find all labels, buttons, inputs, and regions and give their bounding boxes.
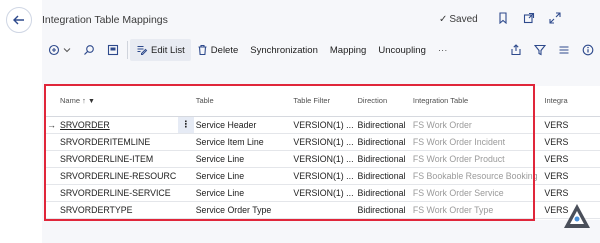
row-filter-cell[interactable]: [291, 201, 356, 219]
row-name-cell[interactable]: SRVORDERLINE-SERVICE: [44, 184, 179, 202]
mappings-table: Name ↑ ▼ Table Table Filter Direction In…: [44, 86, 600, 219]
trash-icon: [198, 44, 207, 56]
row-table-cell[interactable]: Service Line: [193, 150, 292, 168]
filter-icon[interactable]: [534, 44, 546, 56]
layout-icon: [107, 44, 119, 56]
info-icon[interactable]: [582, 44, 594, 56]
column-header-direction[interactable]: Direction: [355, 86, 411, 117]
current-row-arrow-icon: →: [47, 120, 56, 130]
row-name-cell[interactable]: SRVORDER: [44, 116, 179, 134]
mappings-grid: Name ↑ ▼ Table Table Filter Direction In…: [44, 86, 600, 220]
row-filter-cell[interactable]: VERSION(1) ...: [291, 184, 356, 202]
row-name-cell[interactable]: SRVORDERLINE-RESOURC: [44, 167, 179, 185]
checkmark-icon: ✓: [439, 14, 448, 25]
row-name-cell[interactable]: SRVORDERTYPE: [44, 201, 179, 219]
layout-button[interactable]: [101, 39, 125, 61]
row-table-cell[interactable]: Service Order Type: [193, 201, 292, 219]
row-table-cell[interactable]: Service Header: [193, 116, 292, 134]
column-header-integration-field[interactable]: Integra: [542, 86, 600, 117]
list-view-icon[interactable]: [558, 44, 570, 56]
delete-label: Delete: [210, 44, 239, 56]
row-name-cell[interactable]: SRVORDERITEMLINE: [44, 133, 179, 151]
row-extra-cell[interactable]: VERS: [542, 133, 600, 151]
row-direction-cell[interactable]: Bidirectional: [355, 150, 411, 168]
new-document-icon: [48, 44, 60, 56]
edit-list-label: Edit List: [151, 44, 185, 56]
filter-funnel-icon: ▼: [87, 98, 95, 106]
saved-status: ✓ Saved: [439, 14, 478, 25]
table-row[interactable]: SRVORDER ⋮ Service Header VERSION(1) ...…: [44, 116, 600, 134]
search-button[interactable]: [77, 39, 101, 61]
column-header-table[interactable]: Table: [193, 86, 292, 117]
row-integration-cell[interactable]: FS Work Order Product: [410, 150, 543, 168]
row-actions-spacer: [178, 133, 194, 151]
chevron-down-icon: [63, 48, 71, 53]
synchronization-menu[interactable]: Synchronization: [244, 39, 324, 61]
delete-button[interactable]: Delete: [191, 39, 244, 61]
row-filter-cell[interactable]: VERSION(1) ...: [291, 167, 356, 185]
table-row[interactable]: SRVORDERITEMLINE Service Item Line VERSI…: [44, 133, 600, 151]
page-card: Integration Table Mappings ✓ Saved Edit …: [42, 0, 600, 243]
column-header-spacer: [178, 86, 194, 117]
row-actions-spacer: [178, 150, 194, 168]
row-actions-spacer: [178, 167, 194, 185]
search-icon: [84, 45, 94, 55]
row-direction-cell[interactable]: Bidirectional: [355, 116, 411, 134]
open-in-new-window-icon[interactable]: [523, 12, 535, 24]
page-title: Integration Table Mappings: [42, 14, 168, 26]
row-filter-cell[interactable]: VERSION(1) ...: [291, 150, 356, 168]
column-header-table-filter[interactable]: Table Filter: [291, 86, 356, 117]
row-actions-button[interactable]: ⋮: [178, 116, 194, 134]
row-table-cell[interactable]: Service Line: [193, 167, 292, 185]
new-dropdown-button[interactable]: [42, 39, 77, 61]
table-row[interactable]: SRVORDERLINE-SERVICE Service Line VERSIO…: [44, 184, 600, 202]
column-header-name-label: Name ↑: [60, 96, 86, 106]
mapping-menu[interactable]: Mapping: [324, 39, 372, 61]
triangle-logo-icon: [564, 204, 590, 228]
row-integration-cell[interactable]: FS Work Order Service: [410, 184, 543, 202]
bookmark-icon[interactable]: [497, 12, 509, 24]
header-row: Name ↑ ▼ Table Table Filter Direction In…: [44, 86, 600, 117]
row-extra-cell[interactable]: VERS: [542, 150, 600, 168]
edit-list-icon: [137, 45, 148, 55]
table-row[interactable]: SRVORDERTYPE Service Order Type Bidirect…: [44, 201, 600, 219]
row-filter-cell[interactable]: VERSION(1) ...: [291, 133, 356, 151]
share-icon[interactable]: [510, 44, 522, 56]
column-header-integration-table[interactable]: Integration Table: [410, 86, 543, 117]
row-direction-cell[interactable]: Bidirectional: [355, 133, 411, 151]
row-integration-cell[interactable]: FS Work Order: [410, 116, 543, 134]
row-direction-cell[interactable]: Bidirectional: [355, 184, 411, 202]
row-actions-spacer: [178, 201, 194, 219]
row-integration-cell[interactable]: FS Work Order Type: [410, 201, 543, 219]
toolbar-divider: [127, 41, 128, 59]
row-direction-cell[interactable]: Bidirectional: [355, 201, 411, 219]
row-integration-cell[interactable]: FS Work Order Incident: [410, 133, 543, 151]
row-direction-cell[interactable]: Bidirectional: [355, 167, 411, 185]
row-filter-cell[interactable]: VERSION(1) ...: [291, 116, 356, 134]
row-integration-cell[interactable]: FS Bookable Resource Booking: [410, 167, 543, 185]
column-header-name[interactable]: Name ↑ ▼: [44, 86, 179, 117]
uncoupling-menu[interactable]: Uncoupling: [372, 39, 432, 61]
table-row[interactable]: SRVORDERLINE-RESOURC Service Line VERSIO…: [44, 167, 600, 185]
table-row[interactable]: SRVORDERLINE-ITEM Service Line VERSION(1…: [44, 150, 600, 168]
row-extra-cell[interactable]: VERS: [542, 184, 600, 202]
expand-icon[interactable]: [549, 12, 561, 24]
back-button[interactable]: [6, 7, 32, 33]
row-actions-spacer: [178, 184, 194, 202]
more-options-button[interactable]: ···: [432, 39, 454, 61]
row-extra-cell[interactable]: VERS: [542, 167, 600, 185]
row-table-cell[interactable]: Service Line: [193, 184, 292, 202]
action-bar: Edit List Delete Synchronization Mapping…: [42, 38, 600, 62]
row-extra-cell[interactable]: VERS: [542, 116, 600, 134]
back-arrow-icon: [13, 15, 24, 25]
row-name-cell[interactable]: SRVORDERLINE-ITEM: [44, 150, 179, 168]
edit-list-button[interactable]: Edit List: [130, 39, 191, 61]
saved-label: Saved: [449, 14, 478, 25]
row-table-cell[interactable]: Service Item Line: [193, 133, 292, 151]
